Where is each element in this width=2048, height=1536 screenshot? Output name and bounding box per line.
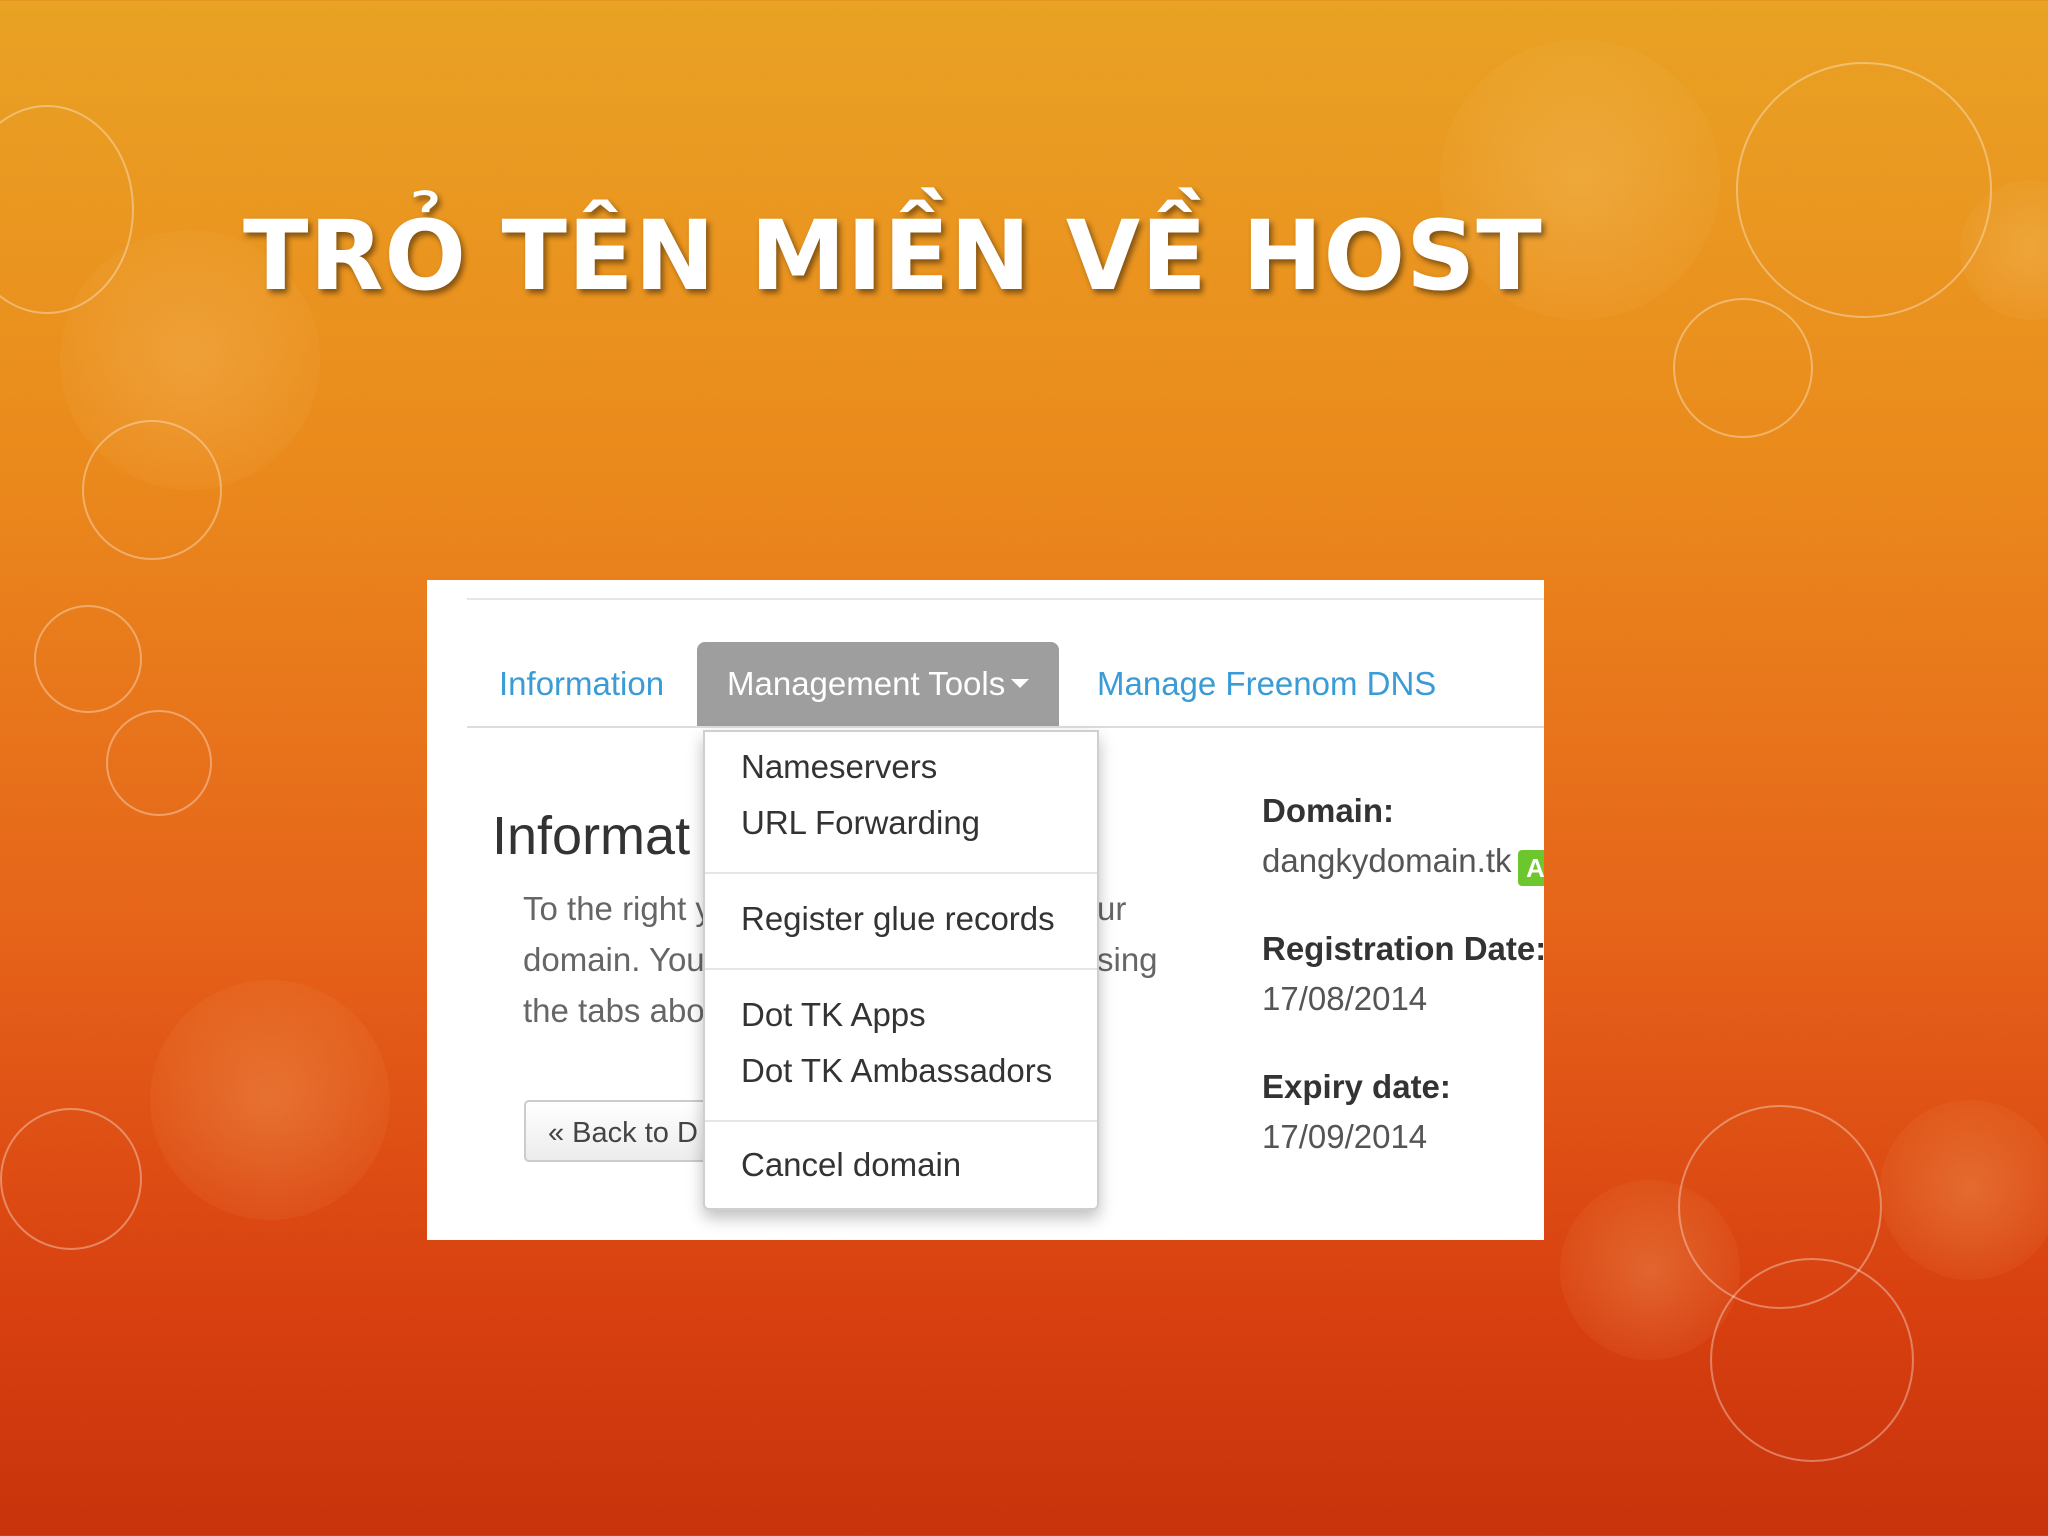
body-text-tail: sing <box>1097 941 1158 978</box>
bokeh-decoration <box>150 980 390 1220</box>
body-text-tail: ur <box>1097 890 1127 927</box>
menu-divider <box>705 968 1097 970</box>
expiry-date-value: 17/09/2014 <box>1262 1118 1428 1155</box>
menu-item-cancel-domain[interactable]: Cancel domain <box>741 1146 961 1184</box>
bokeh-decoration <box>82 420 222 560</box>
section-heading: Informat <box>492 806 691 866</box>
tab-bar: Information Management Tools Manage Free… <box>467 642 1544 728</box>
back-to-domains-button[interactable]: « Back to D <box>524 1100 724 1162</box>
menu-divider <box>705 1120 1097 1122</box>
body-text-line: domain. You <box>523 941 705 978</box>
bokeh-decoration <box>1673 298 1813 438</box>
bokeh-decoration <box>0 1108 142 1250</box>
status-badge: A <box>1518 850 1544 886</box>
menu-item-dot-tk-apps[interactable]: Dot TK Apps <box>741 996 926 1034</box>
menu-item-dot-tk-ambassadors[interactable]: Dot TK Ambassadors <box>741 1052 1052 1090</box>
domain-value: dangkydomain.tk <box>1262 842 1512 879</box>
caret-down-icon <box>1011 679 1029 688</box>
tab-manage-freenom-dns[interactable]: Manage Freenom DNS <box>1097 642 1436 726</box>
tab-information[interactable]: Information <box>499 642 664 726</box>
domain-label: Domain: <box>1262 792 1394 829</box>
menu-item-register-glue-records[interactable]: Register glue records <box>741 900 1055 938</box>
tab-management-tools[interactable]: Management Tools <box>697 642 1059 726</box>
top-divider <box>467 598 1544 600</box>
expiry-date-label: Expiry date: <box>1262 1068 1451 1105</box>
management-tools-menu: Nameservers URL Forwarding Register glue… <box>703 730 1099 1210</box>
bokeh-decoration <box>34 605 142 713</box>
registration-date-value: 17/08/2014 <box>1262 980 1428 1017</box>
body-text-line: To the right y <box>523 890 712 927</box>
tab-management-tools-label: Management Tools <box>727 665 1006 702</box>
bokeh-decoration <box>1710 1258 1914 1462</box>
menu-item-nameservers[interactable]: Nameservers <box>741 748 937 786</box>
bokeh-decoration <box>1880 1100 2048 1280</box>
slide-title: TRỎ TÊN MIỀN VỀ HOST <box>243 200 1543 312</box>
bokeh-decoration <box>1736 62 1992 318</box>
registration-date-label: Registration Date: <box>1262 930 1544 967</box>
menu-divider <box>705 872 1097 874</box>
body-text-line: the tabs abo <box>523 992 705 1029</box>
domain-management-screenshot: Information Management Tools Manage Free… <box>427 580 1544 1240</box>
menu-item-url-forwarding[interactable]: URL Forwarding <box>741 804 980 842</box>
bokeh-decoration <box>1560 1180 1740 1360</box>
bokeh-decoration <box>106 710 212 816</box>
